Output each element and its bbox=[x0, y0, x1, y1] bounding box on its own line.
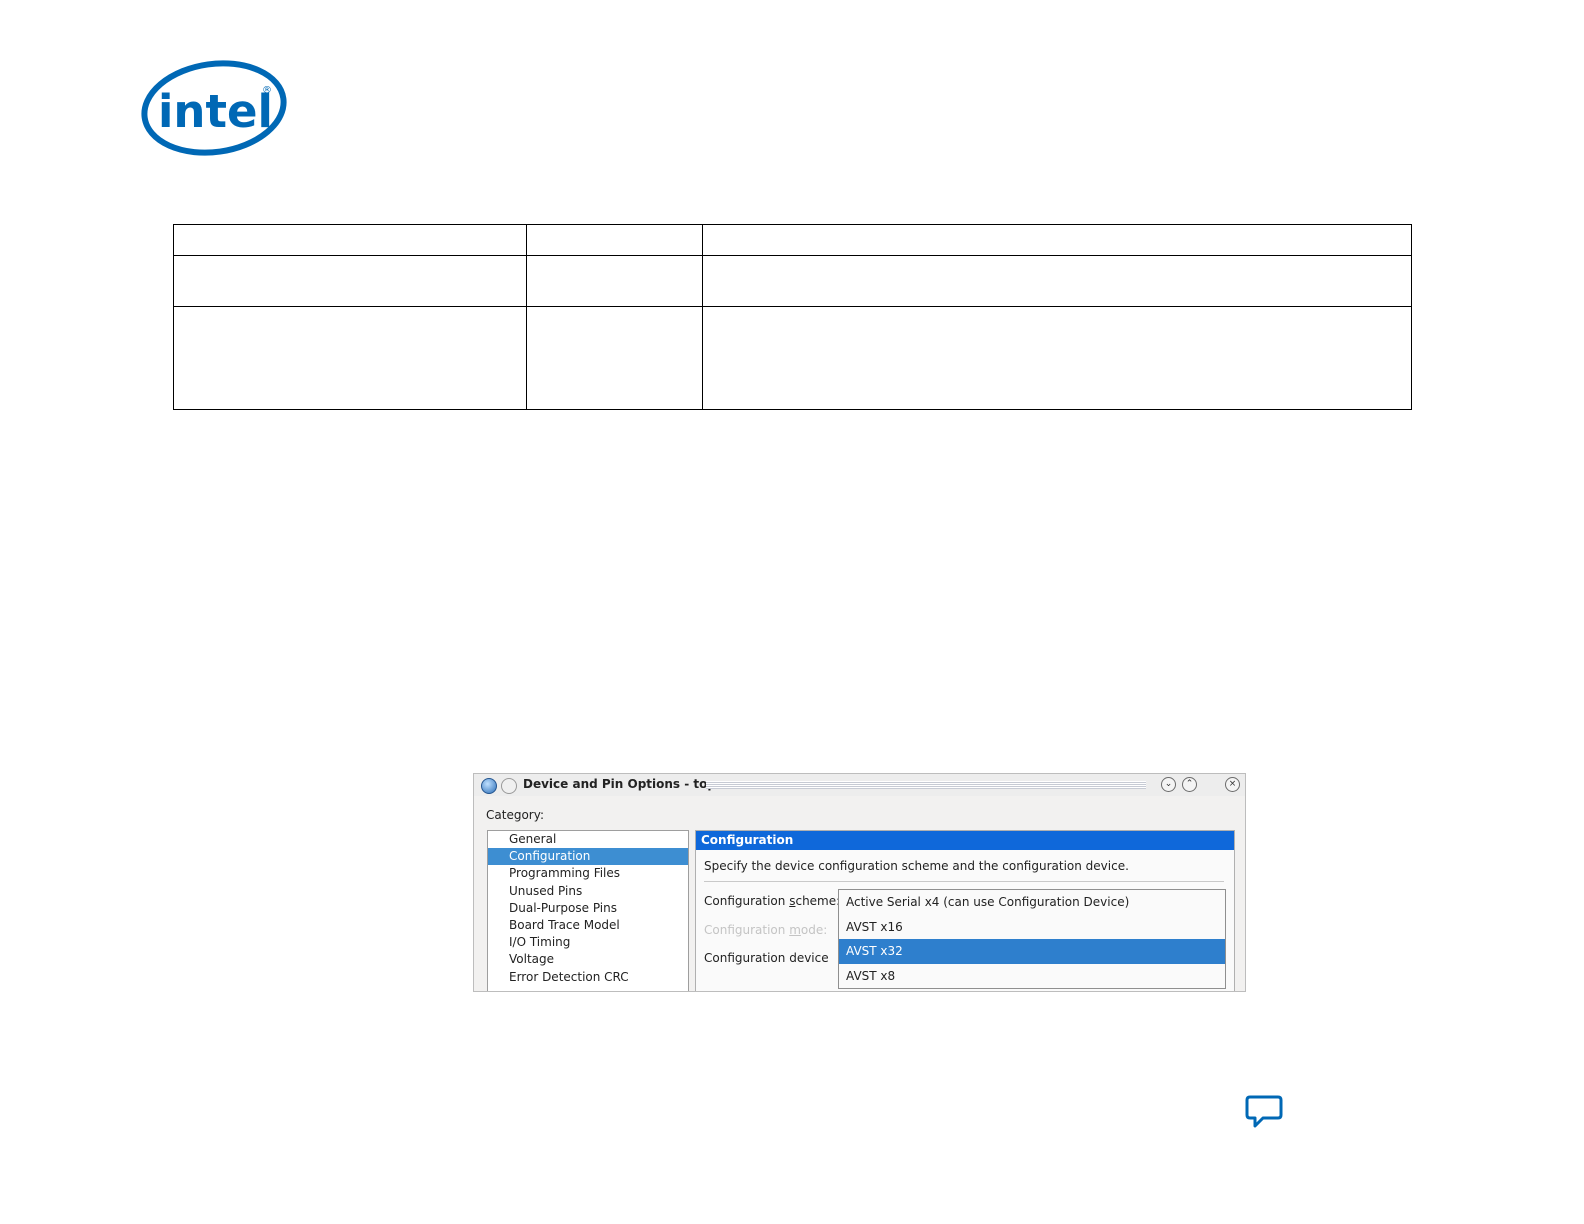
category-item-general[interactable]: General bbox=[488, 831, 688, 848]
table-row bbox=[173, 306, 1412, 410]
configuration-panel: Configuration Specify the device configu… bbox=[695, 830, 1235, 991]
device-pin-options-dialog: Device and Pin Options - top ⌄ ⌃ × Categ… bbox=[473, 773, 1246, 992]
category-item-error-detection-crc[interactable]: Error Detection CRC bbox=[488, 969, 688, 986]
table-cell bbox=[526, 224, 703, 256]
category-item-voltage[interactable]: Voltage bbox=[488, 951, 688, 968]
category-label: Category: bbox=[486, 808, 544, 822]
table-cell bbox=[173, 306, 527, 410]
configuration-mode-label: Configuration mode: bbox=[704, 923, 828, 937]
category-item-dual-purpose-pins[interactable]: Dual-Purpose Pins bbox=[488, 900, 688, 917]
titlebar-grip bbox=[706, 781, 1146, 789]
dialog-title: Device and Pin Options - top bbox=[523, 777, 716, 791]
configuration-scheme-dropdown[interactable]: Active Serial x4 (can use Configuration … bbox=[838, 889, 1226, 989]
configuration-device-label: Configuration device bbox=[704, 951, 829, 965]
svg-text:intel: intel bbox=[158, 85, 273, 138]
scheme-option-avst-x8[interactable]: AVST x8 bbox=[839, 964, 1225, 989]
table-header-row bbox=[173, 224, 1412, 256]
scheme-option-active-serial-x4[interactable]: Active Serial x4 (can use Configuration … bbox=[839, 890, 1225, 915]
category-list[interactable]: General Configuration Programming Files … bbox=[487, 830, 689, 991]
configuration-scheme-label: Configuration scheme: bbox=[704, 894, 841, 908]
minimize-button[interactable]: ⌄ bbox=[1161, 777, 1176, 792]
category-item-board-trace-model[interactable]: Board Trace Model bbox=[488, 917, 688, 934]
table-cell bbox=[526, 255, 703, 307]
maximize-button[interactable]: ⌃ bbox=[1182, 777, 1197, 792]
category-item-io-timing[interactable]: I/O Timing bbox=[488, 934, 688, 951]
feedback-icon[interactable] bbox=[1244, 1094, 1284, 1130]
panel-divider bbox=[704, 881, 1224, 882]
category-item-programming-files[interactable]: Programming Files bbox=[488, 865, 688, 882]
panel-header: Configuration bbox=[696, 831, 1234, 850]
table-cell bbox=[702, 255, 1412, 307]
category-item-configuration[interactable]: Configuration bbox=[488, 848, 688, 866]
pin-window-icon[interactable] bbox=[501, 778, 517, 794]
panel-description: Specify the device configuration scheme … bbox=[704, 859, 1129, 873]
intel-logo: intel ® bbox=[141, 60, 287, 156]
category-item-unused-pins[interactable]: Unused Pins bbox=[488, 883, 688, 900]
table-cell bbox=[526, 306, 703, 410]
svg-text:®: ® bbox=[262, 85, 272, 96]
app-icon bbox=[481, 778, 497, 794]
close-button[interactable]: × bbox=[1225, 777, 1240, 792]
table-cell bbox=[173, 255, 527, 307]
table-row bbox=[173, 255, 1412, 307]
dialog-titlebar[interactable]: Device and Pin Options - top ⌄ ⌃ × bbox=[474, 774, 1245, 796]
table-cell bbox=[702, 306, 1412, 410]
scheme-option-avst-x32[interactable]: AVST x32 bbox=[839, 939, 1225, 964]
table-cell bbox=[173, 224, 527, 256]
document-table bbox=[173, 224, 1412, 410]
scheme-option-avst-x16[interactable]: AVST x16 bbox=[839, 915, 1225, 940]
table-cell bbox=[702, 224, 1412, 256]
